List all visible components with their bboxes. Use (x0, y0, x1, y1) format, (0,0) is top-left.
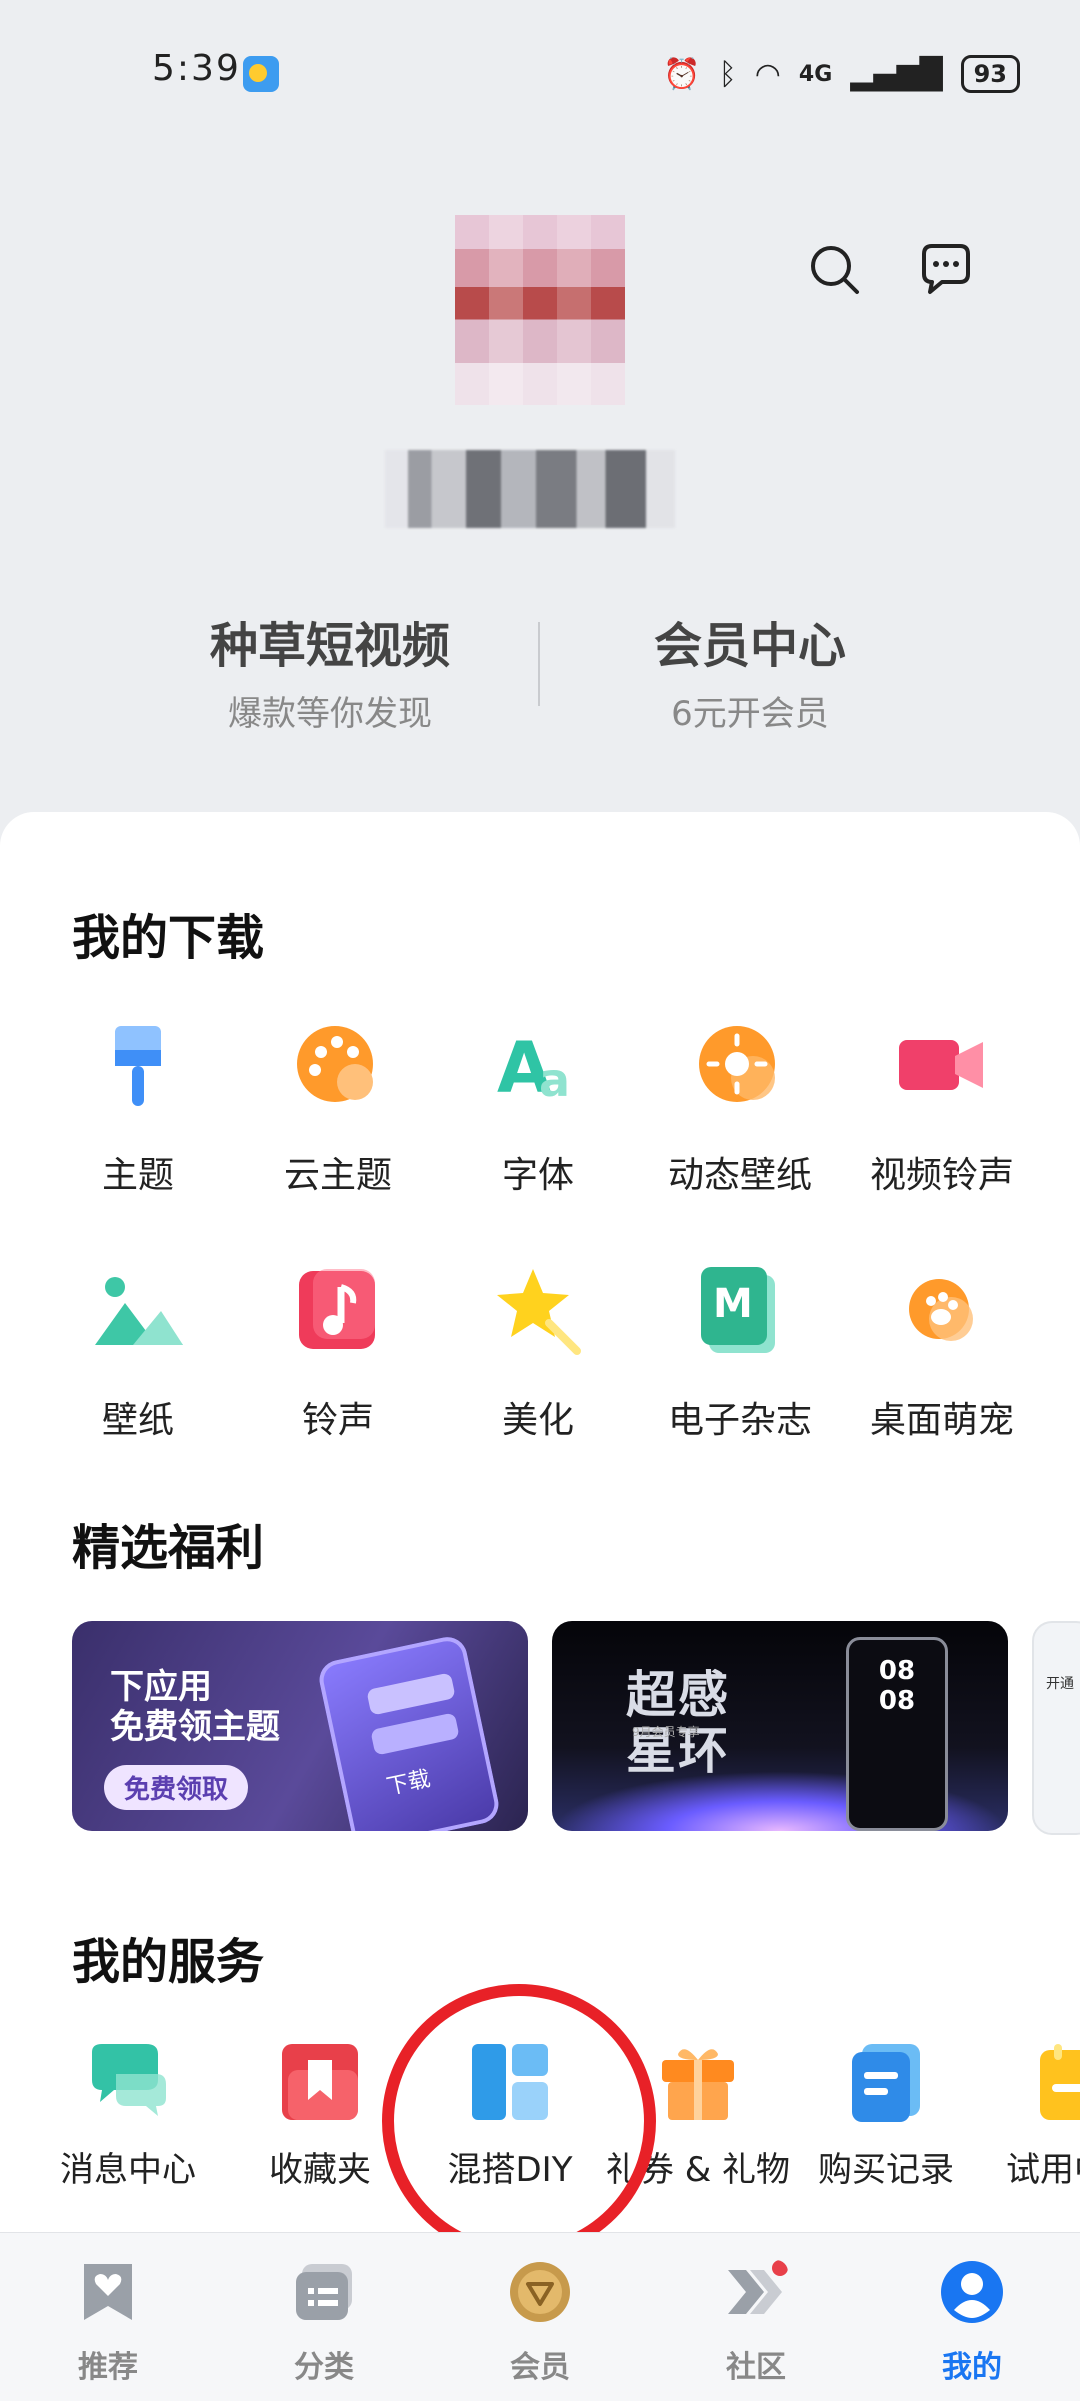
magazine-icon: M (701, 1267, 775, 1353)
stat-subtitle: 爆款等你发现 (228, 694, 432, 734)
font-icon: A a (497, 1027, 570, 1109)
battery-indicator: 93 (960, 55, 1020, 93)
download-item-desktop-pet[interactable]: 桌面萌宠 (842, 1265, 1042, 1443)
weather-icon (243, 56, 279, 92)
video-icon (899, 1040, 983, 1090)
stat-member-center[interactable]: 会员中心 6元开会员 (580, 606, 920, 735)
gift-icon (662, 2049, 734, 2120)
bookmark-icon (282, 2044, 358, 2120)
nav-label: 社区 (726, 2350, 786, 2385)
live-wallpaper-icon (699, 1026, 775, 1102)
nav-mine[interactable]: 我的 (902, 2260, 1042, 2386)
stat-subtitle: 6元开会员 (671, 694, 829, 734)
phone-time-top: 08 (878, 1656, 916, 1686)
status-icons: ⏰ ᛒ ◠ 4G ▂▄▆█ 93 (663, 52, 1020, 96)
trial-icon (1040, 2044, 1080, 2120)
nav-recommend[interactable]: 推荐 (38, 2260, 178, 2386)
username-pixelated (385, 450, 675, 528)
phone-illustration: 08 08 (846, 1637, 948, 1831)
community-icon (728, 2260, 788, 2314)
bluetooth-icon: ᛒ (718, 56, 737, 92)
receipt-icon (852, 2044, 920, 2122)
section-title-downloads: 我的下载 (72, 910, 265, 966)
item-label: 试用中 (1006, 2150, 1080, 2190)
network-label: 4G (798, 61, 833, 87)
item-label: 桌面萌宠 (869, 1400, 1014, 1441)
item-label: 电子杂志 (667, 1400, 812, 1441)
item-label: 美化 (501, 1400, 574, 1441)
item-label: 购买记录 (818, 2150, 954, 2190)
banner-free-theme[interactable]: 下应用 免费领主题 免费领取 下载 (72, 1621, 528, 1831)
brush-icon (115, 1026, 161, 1106)
stat-title: 种草短视频 (209, 618, 450, 674)
nav-category[interactable]: 分类 (254, 2260, 394, 2386)
download-item-ringtone[interactable]: 铃声 (238, 1265, 438, 1443)
download-item-live-wallpaper[interactable]: 动态壁纸 (640, 1020, 840, 1198)
divider (538, 622, 540, 706)
item-label: 主题 (101, 1155, 174, 1196)
nav-vip[interactable]: 会员 (470, 2260, 610, 2386)
banner-line1: 下应用 (110, 1667, 212, 1707)
vip-medal-icon (510, 2262, 570, 2322)
download-item-beautify[interactable]: 美化 (438, 1265, 638, 1443)
signal-icon: ▂▄▆█ (850, 56, 943, 92)
star-wand-icon (497, 1269, 581, 1355)
avatar[interactable] (455, 215, 625, 405)
banner-super-ring[interactable]: 超感星环 9月会员专享 08 08 (552, 1621, 1008, 1831)
download-item-theme[interactable]: 主题 (38, 1020, 238, 1198)
service-message-center[interactable]: 消息中心 (28, 2040, 228, 2192)
download-item-wallpaper[interactable]: 壁纸 (38, 1265, 238, 1443)
nav-label: 分类 (294, 2350, 354, 2385)
download-item-font[interactable]: A a 字体 (438, 1020, 638, 1198)
item-label: 云主题 (283, 1155, 392, 1196)
download-item-video-ringtone[interactable]: 视频铃声 (842, 1020, 1042, 1198)
item-label: 字体 (501, 1155, 574, 1196)
message-icon[interactable] (916, 240, 976, 300)
item-label: 铃声 (301, 1400, 374, 1441)
download-item-magazine[interactable]: M 电子杂志 (640, 1265, 840, 1443)
heart-bookmark-icon (84, 2264, 132, 2320)
banner-line2: 免费领主题 (110, 1707, 280, 1747)
banner-claim-button[interactable]: 免费领取 (104, 1765, 249, 1810)
wifi-icon: ◠ (754, 56, 781, 92)
service-trial[interactable]: 试用中 (970, 2040, 1080, 2192)
section-title-welfare: 精选福利 (72, 1520, 265, 1576)
item-label: 视频铃声 (869, 1155, 1014, 1196)
banner-edge-text: 开通 (1046, 1676, 1074, 1692)
download-item-cloud-theme[interactable]: 云主题 (238, 1020, 438, 1198)
category-icon (296, 2264, 352, 2320)
paw-icon (909, 1279, 973, 1341)
item-label: 消息中心 (60, 2150, 196, 2190)
status-time: 5:39 (152, 48, 241, 89)
svg-text:a: a (539, 1053, 570, 1107)
landscape-icon (95, 1277, 183, 1345)
profile-icon (941, 2261, 1003, 2323)
phone-time-bottom: 08 (878, 1686, 916, 1716)
banner-subtitle: 9月会员专享 (632, 1725, 700, 1739)
item-label: 壁纸 (101, 1400, 174, 1441)
chat-bubble-icon (92, 2044, 166, 2116)
banner-partial[interactable]: 开通 (1032, 1621, 1080, 1835)
nav-community[interactable]: 社区 (686, 2260, 826, 2386)
nav-label: 推荐 (78, 2350, 138, 2385)
section-title-services: 我的服务 (72, 1934, 265, 1990)
service-purchase-history[interactable]: 购买记录 (786, 2040, 986, 2192)
item-label: 动态壁纸 (667, 1155, 812, 1196)
nav-label: 会员 (510, 2350, 570, 2385)
search-icon[interactable] (805, 240, 865, 300)
alarm-icon: ⏰ (663, 56, 701, 92)
stat-short-video[interactable]: 种草短视频 爆款等你发现 (160, 606, 500, 735)
stat-title: 会员中心 (653, 618, 846, 674)
nav-label: 我的 (942, 2350, 1002, 2385)
music-note-icon (299, 1269, 375, 1349)
palette-icon (297, 1026, 373, 1102)
svg-text:M: M (713, 1281, 753, 1327)
highlight-circle (382, 1984, 656, 2258)
